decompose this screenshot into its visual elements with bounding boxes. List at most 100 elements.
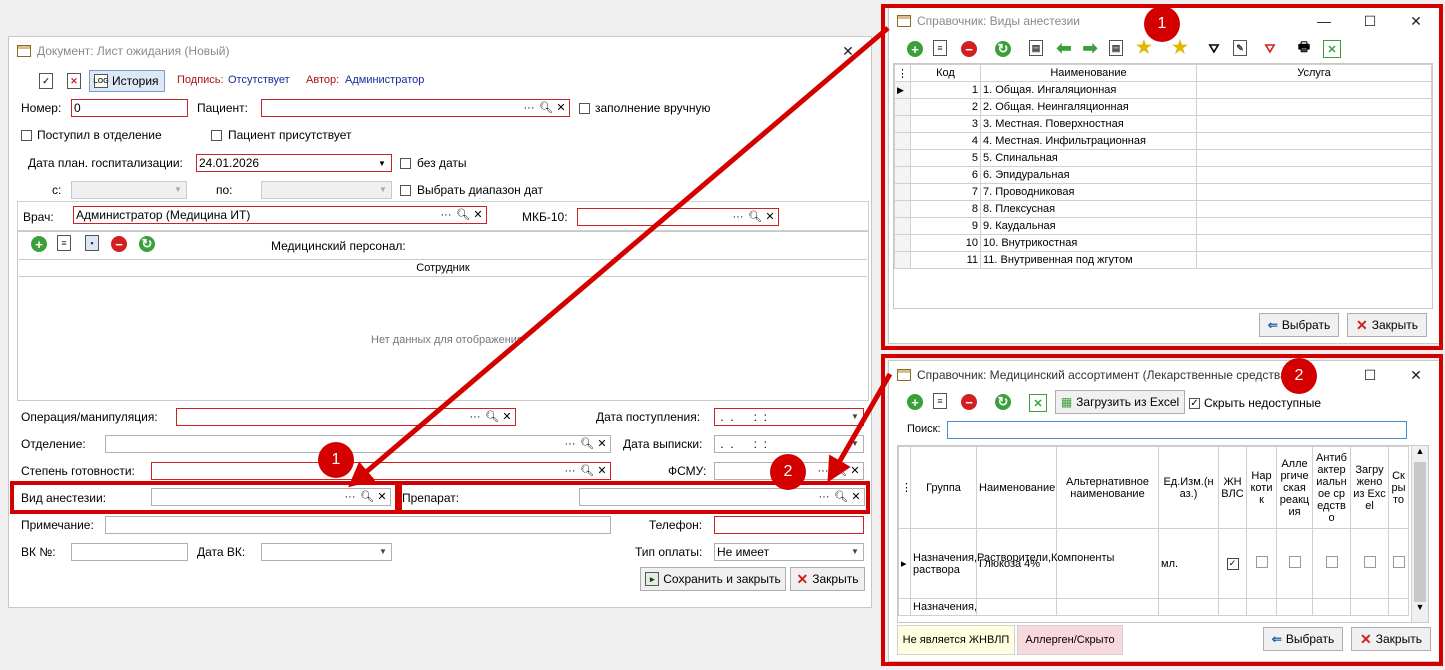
star-add-icon[interactable]: ★ <box>1135 37 1153 57</box>
refresh-icon[interactable]: ↻ <box>995 41 1011 57</box>
column-alt-name[interactable]: Альтернативное наименование <box>1056 446 1159 529</box>
delete-icon[interactable]: − <box>961 394 977 410</box>
chevron-down-icon[interactable]: ▼ <box>847 409 863 425</box>
ellipsis-icon[interactable]: ··· <box>564 436 576 452</box>
chevron-down-icon[interactable]: ▼ <box>847 436 863 452</box>
table-row[interactable]: 6 6. Эпидуральная <box>894 166 1432 184</box>
add-icon[interactable]: + <box>907 41 923 57</box>
column-group[interactable]: Группа <box>910 446 977 529</box>
number-input[interactable]: 0 <box>71 99 188 117</box>
table-row[interactable]: 11 11. Внутривенная под жгутом <box>894 251 1432 269</box>
ellipsis-icon[interactable]: ··· <box>564 463 576 479</box>
search-icon[interactable]: 🔍︎ <box>748 209 762 225</box>
cell-antibacterial-checkbox[interactable] <box>1312 528 1351 599</box>
select-button[interactable]: ⇐ Выбрать <box>1263 627 1343 651</box>
column-narcotic[interactable]: Наркотик <box>1246 446 1277 529</box>
maximize-button[interactable]: ☐ <box>1347 7 1393 35</box>
clear-icon[interactable]: ✕ <box>849 463 861 479</box>
search-icon[interactable]: 🔍︎ <box>580 463 594 479</box>
table-row[interactable]: Назначения,Растворит <box>898 598 1409 616</box>
scroll-down-icon[interactable]: ▼ <box>1412 602 1428 618</box>
search-icon[interactable]: 🔍︎ <box>834 489 848 505</box>
arrow-right-icon[interactable]: ➡ <box>1081 38 1099 58</box>
close-window-button[interactable]: ✕ <box>1393 7 1439 35</box>
ellipsis-icon[interactable]: ··· <box>344 489 356 505</box>
column-allergy[interactable]: Аллергическая реакция <box>1276 446 1313 529</box>
table-row[interactable]: 8 8. Плексусная <box>894 200 1432 218</box>
column-name[interactable]: Наименование <box>976 446 1057 529</box>
plan-date-dropdown[interactable]: ▼ <box>374 155 390 171</box>
column-vital[interactable]: ЖНВЛС <box>1218 446 1247 529</box>
vk-date-input[interactable]: ▼ <box>261 543 392 561</box>
add-icon[interactable]: + <box>907 394 923 410</box>
note-input[interactable] <box>105 516 611 534</box>
clear-icon[interactable]: ✕ <box>596 463 608 479</box>
manual-fill-checkbox[interactable] <box>579 103 590 114</box>
column-code[interactable]: Код <box>910 64 981 82</box>
clear-icon[interactable]: ✕ <box>850 489 862 505</box>
anesthesia-input[interactable]: ··· 🔍︎ ✕ <box>151 488 391 506</box>
search-icon[interactable]: 🔍︎ <box>485 409 499 425</box>
edit-icon[interactable]: ≡ <box>933 393 947 409</box>
table-row[interactable]: 3 3. Местная. Поверхностная <box>894 115 1432 133</box>
scroll-up-icon[interactable]: ▲ <box>1412 446 1428 462</box>
select-button[interactable]: ⇐ Выбрать <box>1259 313 1339 337</box>
history-button[interactable]: LOG История <box>89 70 165 92</box>
column-unit[interactable]: Ед.Изм.(наз.) <box>1158 446 1219 529</box>
refresh-icon[interactable]: ↻ <box>995 394 1011 410</box>
discharge-date-input[interactable]: . . : : ▼ <box>714 435 864 453</box>
mkb-input[interactable]: ··· 🔍︎ ✕ <box>577 208 779 226</box>
delete-icon[interactable]: − <box>111 236 127 252</box>
table-row[interactable]: 10 10. Внутрикостная <box>894 234 1432 252</box>
add-icon[interactable]: + <box>31 236 47 252</box>
vertical-scrollbar[interactable]: ▲ ▼ <box>1411 446 1428 622</box>
doctor-input[interactable]: Администратор (Медицина ИТ) ··· 🔍︎ ✕ <box>73 206 487 224</box>
refresh-icon[interactable]: ↻ <box>139 236 155 252</box>
table-row[interactable]: 4 4. Местная. Инфильтрационная <box>894 132 1432 150</box>
vk-number-input[interactable] <box>71 543 188 561</box>
column-antibacterial[interactable]: Антибактериальное средство <box>1312 446 1351 529</box>
arrow-left-icon[interactable]: ⬅ <box>1055 38 1073 58</box>
search-icon[interactable]: 🔍︎ <box>456 207 470 223</box>
hide-unavailable-checkbox[interactable]: ✓ <box>1189 398 1200 409</box>
plan-date-input[interactable]: 24.01.2026 <box>196 154 392 172</box>
save-icon[interactable]: ▪ <box>85 235 99 251</box>
filter-icon[interactable]: ⛛ <box>1205 40 1223 58</box>
cell-narcotic-checkbox[interactable] <box>1246 528 1277 599</box>
scroll-thumb[interactable] <box>1414 462 1426 602</box>
clear-icon[interactable]: ✕ <box>501 409 513 425</box>
date-range-checkbox[interactable] <box>400 185 411 196</box>
table-row[interactable]: 9 9. Каудальная <box>894 217 1432 235</box>
ellipsis-icon[interactable]: ··· <box>523 100 535 116</box>
table-row[interactable]: ▸ Назначения,Растворители,Компоненты рас… <box>898 528 1409 599</box>
print-icon[interactable]: 🖶︎ <box>1295 39 1313 58</box>
close-window-button[interactable]: ✕ <box>825 37 871 65</box>
column-hidden[interactable]: Скрыто <box>1388 446 1409 529</box>
drug-input[interactable]: ··· 🔍︎ ✕ <box>579 488 865 506</box>
filter-clear-icon[interactable]: ⛛ <box>1261 40 1279 58</box>
staff-grid-header[interactable]: Сотрудник <box>19 259 867 277</box>
close-button[interactable]: ✕ Закрыть <box>1351 627 1431 651</box>
tree-icon[interactable]: ▤ <box>1029 40 1043 56</box>
arrival-date-input[interactable]: . . : : ▼ <box>714 408 864 426</box>
column-from-excel[interactable]: Загружено из Excel <box>1350 446 1389 529</box>
grid-menu-icon[interactable]: ⋮ <box>898 446 912 529</box>
readiness-input[interactable]: ··· 🔍︎ ✕ <box>151 462 611 480</box>
ellipsis-icon[interactable]: ··· <box>817 463 829 479</box>
clear-icon[interactable]: ✕ <box>555 100 567 116</box>
clear-icon[interactable]: ✕ <box>596 436 608 452</box>
patient-present-checkbox[interactable] <box>211 130 222 141</box>
table-row[interactable]: 2 2. Общая. Неингаляционная <box>894 98 1432 116</box>
cell-allergy-checkbox[interactable] <box>1276 528 1313 599</box>
close-button[interactable]: ✕ Закрыть <box>790 567 865 591</box>
minimize-button[interactable]: — <box>1301 7 1347 35</box>
sign-icon[interactable]: ✓ <box>39 73 53 89</box>
table-row[interactable]: 5 5. Спинальная <box>894 149 1432 167</box>
chevron-down-icon[interactable]: ▼ <box>375 544 391 560</box>
search-icon[interactable]: 🔍︎ <box>580 436 594 452</box>
excel-icon[interactable]: ✕ <box>1029 394 1047 412</box>
tree-expand-icon[interactable]: ▤ <box>1109 40 1123 56</box>
patient-input[interactable]: ··· 🔍︎ ✕ <box>261 99 570 117</box>
department-input[interactable]: ··· 🔍︎ ✕ <box>105 435 611 453</box>
payment-type-select[interactable]: Не имеет ▼ <box>714 543 864 561</box>
